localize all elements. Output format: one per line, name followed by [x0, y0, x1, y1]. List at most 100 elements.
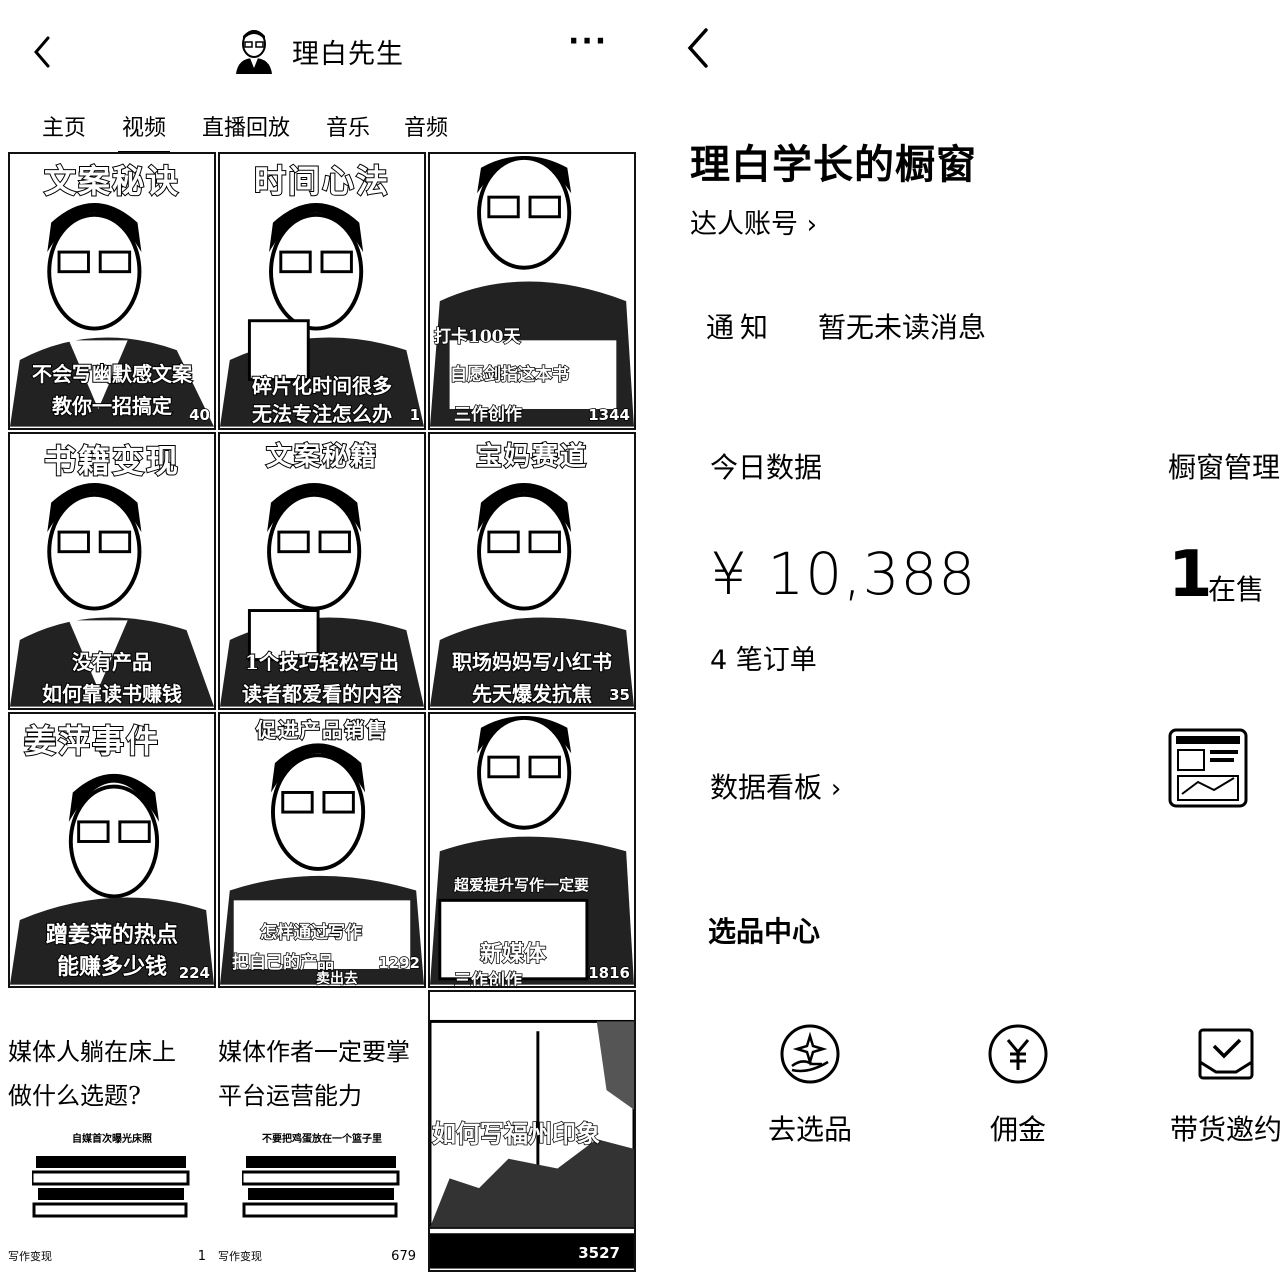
chevron-right-icon: ›	[806, 210, 817, 240]
book-caption: 不要把鸡蛋放在一个篮子里	[262, 1134, 382, 1145]
video-tile[interactable]: 超爱提升写作一定要 新媒体 三作创作 1816	[428, 712, 636, 988]
video-tile[interactable]: 文案秘籍 1个技巧轻松写出 读者都爱看的内容	[218, 432, 426, 710]
video-caption: 卖出去	[315, 970, 359, 987]
video-caption: 碎片化时间很多	[251, 373, 393, 399]
video-caption: 先天爆发抗焦	[471, 681, 593, 707]
title-line: 平台运营能力	[218, 1082, 362, 1110]
go-select-button[interactable]: 去选品	[730, 1022, 890, 1148]
view-count: 35	[608, 685, 630, 705]
back-icon[interactable]	[26, 34, 62, 70]
video-tile[interactable]: 打卡100天 自愿剑指这本书 三作创作 1344	[428, 152, 636, 430]
notice-label: 通知	[706, 311, 775, 344]
video-title: 姜萍事件	[23, 721, 161, 761]
envelope-check-icon	[1198, 1028, 1254, 1080]
sales-invite-button[interactable]: 带货邀约	[1146, 1022, 1280, 1148]
shortcut-label: 带货邀约	[1169, 1113, 1280, 1146]
video-caption: 自愿剑指这本书	[449, 364, 570, 386]
title-line: 媒体作者一定要掌	[218, 1038, 410, 1066]
video-title: 文案秘诀	[43, 161, 180, 201]
book-stack-image	[32, 1156, 190, 1218]
back-icon[interactable]	[682, 26, 718, 70]
video-title: 媒体人躺在床上 做什么选题?	[8, 1030, 176, 1118]
notice-message[interactable]: 暂无未读消息	[818, 306, 986, 346]
video-title: 媒体作者一定要掌 平台运营能力	[218, 1030, 410, 1118]
tab-home[interactable]: 主页	[42, 110, 86, 142]
video-tile[interactable]: 如何写福州印象 3527	[428, 990, 636, 1272]
dashboard-label: 数据看板	[710, 771, 823, 804]
commission-button[interactable]: 佣金	[938, 1022, 1098, 1148]
view-count: 1344	[588, 405, 631, 425]
video-tile[interactable]: 媒体作者一定要掌 平台运营能力 不要把鸡蛋放在一个篮子里 写作变现 679	[218, 990, 426, 1272]
view-count: 1	[197, 1249, 206, 1264]
tab-audio[interactable]: 音频	[404, 110, 448, 142]
video-caption: 打卡100天	[433, 326, 521, 348]
book-caption: 自媒首次曝光床照	[72, 1134, 152, 1145]
video-title: 时间心法	[253, 161, 390, 201]
title-line: 媒体人躺在床上	[8, 1038, 176, 1066]
video-caption: 新媒体	[479, 940, 547, 968]
account-tag: 写作变现	[218, 1250, 262, 1263]
avatar[interactable]	[232, 28, 276, 74]
video-title: 书籍变现	[43, 441, 180, 481]
video-title: 促进产品销售	[255, 717, 388, 743]
selection-center-heading: 选品中心	[708, 915, 821, 948]
hand-sparkle-icon	[780, 1024, 840, 1084]
profile-panel: 理白先生 ··· 主页 视频 直播回放 音乐 音频 文案秘诀 不会写幽默感文案 …	[0, 0, 640, 1280]
video-caption: 职场妈妈写小红书	[451, 649, 613, 675]
more-icon[interactable]: ···	[568, 24, 608, 59]
presenter-thumbnail	[430, 155, 634, 427]
on-sale-label: 在售	[1208, 573, 1265, 606]
title-line: 做什么选题?	[8, 1082, 141, 1110]
video-tile[interactable]: 姜萍事件 蹭姜萍的热点 能赚多少钱 224	[8, 712, 216, 988]
video-title: 文案秘籍	[265, 441, 378, 473]
dashboard-link[interactable]: 数据看板 ›	[710, 766, 841, 806]
shortcut-label: 佣金	[989, 1113, 1046, 1146]
view-count: 40	[188, 405, 210, 425]
video-caption: 三作创作	[453, 970, 523, 988]
yen-coin-icon	[988, 1024, 1048, 1084]
chevron-right-icon: ›	[830, 774, 842, 804]
video-tile[interactable]: 时间心法 碎片化时间很多 无法专注怎么办 1	[218, 152, 426, 430]
profile-name: 理白先生	[292, 39, 404, 70]
order-count: 4 笔订单	[710, 645, 817, 676]
video-tile[interactable]: 文案秘诀 不会写幽默感文案 教你一招搞定 40	[8, 152, 216, 430]
video-tile[interactable]: 媒体人躺在床上 做什么选题? 自媒首次曝光床照 写作变现 1	[8, 990, 216, 1272]
presenter-thumbnail	[220, 743, 424, 985]
creator-account-link[interactable]: 达人账号 ›	[690, 202, 817, 241]
book-stack-image	[242, 1156, 400, 1218]
view-count: 1816	[588, 963, 631, 983]
video-tile[interactable]: 宝妈赛道 职场妈妈写小红书 先天爆发抗焦 35	[428, 432, 636, 710]
video-caption: 不会写幽默感文案	[31, 361, 193, 387]
on-sale-count: 1	[1168, 538, 1213, 612]
video-grid: 文案秘诀 不会写幽默感文案 教你一招搞定 40 时间心法 碎片化时间很多 无法专…	[8, 152, 636, 1274]
view-count: 1292	[378, 953, 421, 973]
profile-header: 理白先生 ···	[0, 18, 640, 86]
tab-videos[interactable]: 视频	[117, 110, 171, 154]
video-caption: 如何靠读书赚钱	[41, 681, 183, 707]
today-data-heading: 今日数据	[710, 451, 823, 484]
tab-music[interactable]: 音乐	[326, 110, 370, 142]
video-caption: 没有产品	[71, 649, 153, 675]
account-tag: 写作变现	[8, 1250, 52, 1263]
video-caption: 1个技巧轻松写出	[244, 649, 400, 675]
view-count: 679	[391, 1249, 416, 1264]
video-caption: 三作创作	[453, 404, 523, 426]
shortcut-label: 去选品	[767, 1113, 852, 1146]
profile-tabs: 主页 视频 直播回放 音乐 音频	[0, 104, 640, 154]
video-caption: 蹭姜萍的热点	[45, 921, 179, 949]
product-board-image[interactable]	[1168, 728, 1250, 810]
window-manage-heading[interactable]: 橱窗管理	[1168, 446, 1280, 486]
video-caption: 怎样通过写作	[259, 922, 363, 944]
tab-live-replay[interactable]: 直播回放	[202, 110, 290, 142]
view-count: 224	[178, 963, 211, 983]
view-count: 1	[409, 405, 421, 425]
video-caption: 超爱提升写作一定要	[453, 875, 590, 895]
view-count: 3527	[578, 1243, 621, 1263]
showcase-panel: 理白学长的橱窗 达人账号 › 通知 暂无未读消息 今日数据 橱窗管理 ¥ 10,…	[660, 0, 1280, 1280]
video-tile[interactable]: 书籍变现 没有产品 如何靠读书赚钱	[8, 432, 216, 710]
video-tile[interactable]: 促进产品销售 怎样通过写作 把自己的产品 卖出去 1292	[218, 712, 426, 988]
video-caption: 如何写福州印象	[431, 1118, 601, 1149]
video-caption: 教你一招搞定	[51, 393, 173, 419]
revenue-value: ¥ 10,388	[710, 540, 977, 608]
video-caption: 读者都爱看的内容	[241, 681, 403, 707]
